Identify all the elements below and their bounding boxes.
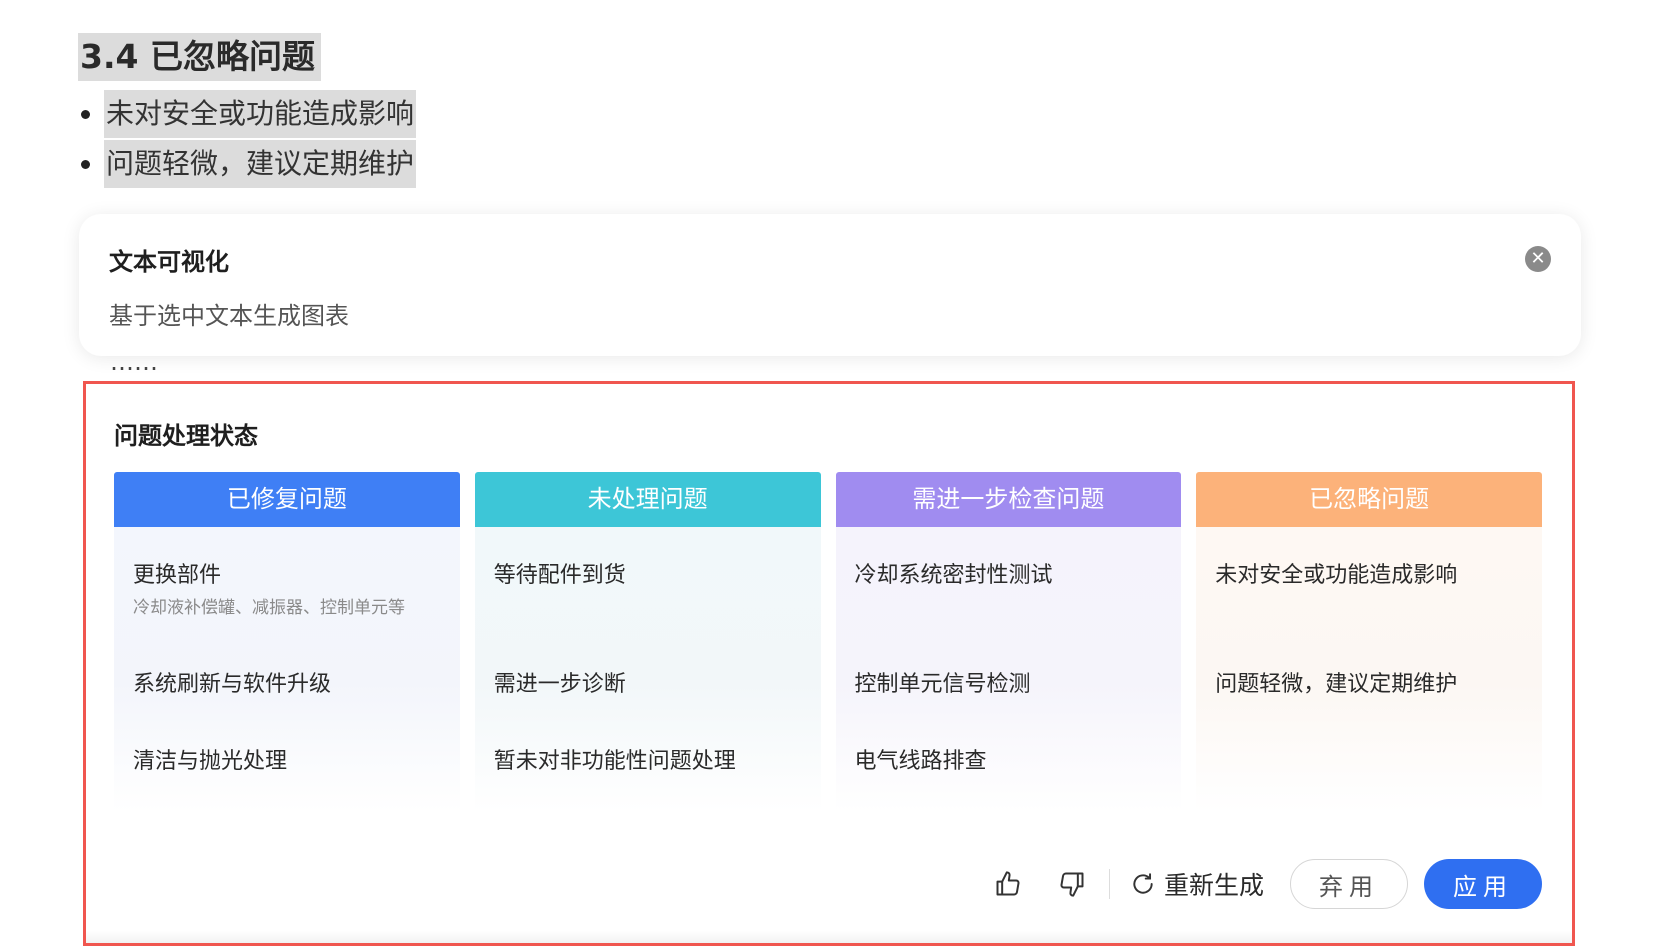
obscured-text-line: …… (110, 364, 910, 372)
list-item: 未对安全或功能造成影响 (1215, 563, 1458, 588)
status-column-fixed: 已修复问题 更换部件 冷却液补偿罐、减振器、控制单元等 系统刷新与软件升级 清洁… (114, 472, 460, 812)
column-header: 需进一步检查问题 (835, 472, 1182, 527)
close-button[interactable]: ✕ (1525, 246, 1551, 272)
bullet-dot (81, 159, 90, 169)
apply-button[interactable]: 应用 (1424, 859, 1542, 909)
list-item: 等待配件到货 (493, 563, 626, 588)
status-column-further-check: 需进一步检查问题 冷却系统密封性测试 控制单元信号检测 电气线路排查 (835, 472, 1182, 812)
list-item: 系统刷新与软件升级 (133, 672, 332, 697)
list-item: 电气线路排查 (854, 749, 987, 774)
status-column-unprocessed: 未处理问题 等待配件到货 需进一步诊断 暂未对非功能性问题处理 (474, 472, 821, 812)
result-panel: 问题处理状态 已修复问题 更换部件 冷却液补偿罐、减振器、控制单元等 系统刷新与… (83, 381, 1575, 946)
bullet-item: 问题轻微，建议定期维护 (78, 140, 417, 188)
thumbs-down-icon (1060, 872, 1084, 897)
status-column-ignored: 已忽略问题 未对安全或功能造成影响 问题轻微，建议定期维护 (1196, 472, 1542, 812)
column-header: 未处理问题 (474, 472, 821, 527)
dislike-button[interactable] (1055, 867, 1089, 901)
like-button[interactable] (991, 867, 1025, 901)
bullet-text: 未对安全或功能造成影响 (104, 90, 417, 138)
column-body: 未对安全或功能造成影响 问题轻微，建议定期维护 (1196, 527, 1542, 812)
section-heading: 3.4 已忽略问题 (78, 33, 321, 81)
regenerate-button[interactable]: 重新生成 (1130, 866, 1264, 902)
list-item: 更换部件 (133, 563, 222, 588)
list-item: 冷却系统密封性测试 (854, 563, 1053, 588)
document-canvas: 3.4 已忽略问题 未对安全或功能造成影响 问题轻微，建议定期维护 …… 文本可… (0, 0, 1670, 946)
bullet-dot (81, 109, 90, 119)
list-item: 需进一步诊断 (493, 672, 626, 697)
bullet-text: 问题轻微，建议定期维护 (104, 140, 417, 188)
status-columns: 已修复问题 更换部件 冷却液补偿罐、减振器、控制单元等 系统刷新与软件升级 清洁… (114, 472, 1542, 812)
action-divider (1108, 869, 1110, 899)
popup-subtitle: 基于选中文本生成图表 (109, 302, 349, 330)
popup-title: 文本可视化 (109, 248, 229, 276)
thumbs-up-icon (996, 871, 1020, 896)
column-body: 更换部件 冷却液补偿罐、减振器、控制单元等 系统刷新与软件升级 清洁与抛光处理 (114, 527, 460, 812)
list-item: 暂未对非功能性问题处理 (493, 749, 736, 774)
list-item-detail: 冷却液补偿罐、减振器、控制单元等 (133, 598, 405, 618)
regenerate-label: 重新生成 (1163, 871, 1264, 900)
column-header: 已忽略问题 (1196, 472, 1542, 527)
list-item: 问题轻微，建议定期维护 (1215, 672, 1458, 697)
action-bar: 重新生成 弃用 应用 (991, 858, 1542, 910)
column-body: 等待配件到货 需进一步诊断 暂未对非功能性问题处理 (474, 527, 821, 812)
refresh-icon (1133, 873, 1153, 894)
discard-button[interactable]: 弃用 (1290, 859, 1408, 909)
list-item: 控制单元信号检测 (854, 672, 1031, 697)
panel-bottom-edge (86, 931, 1572, 943)
bullet-item: 未对安全或功能造成影响 (78, 90, 417, 138)
column-header: 已修复问题 (114, 472, 460, 527)
panel-title: 问题处理状态 (114, 422, 258, 450)
close-icon: ✕ (1530, 248, 1546, 269)
list-item: 清洁与抛光处理 (133, 749, 288, 774)
text-visualization-popup: 文本可视化 基于选中文本生成图表 ✕ (79, 214, 1581, 356)
column-body: 冷却系统密封性测试 控制单元信号检测 电气线路排查 (835, 527, 1182, 812)
